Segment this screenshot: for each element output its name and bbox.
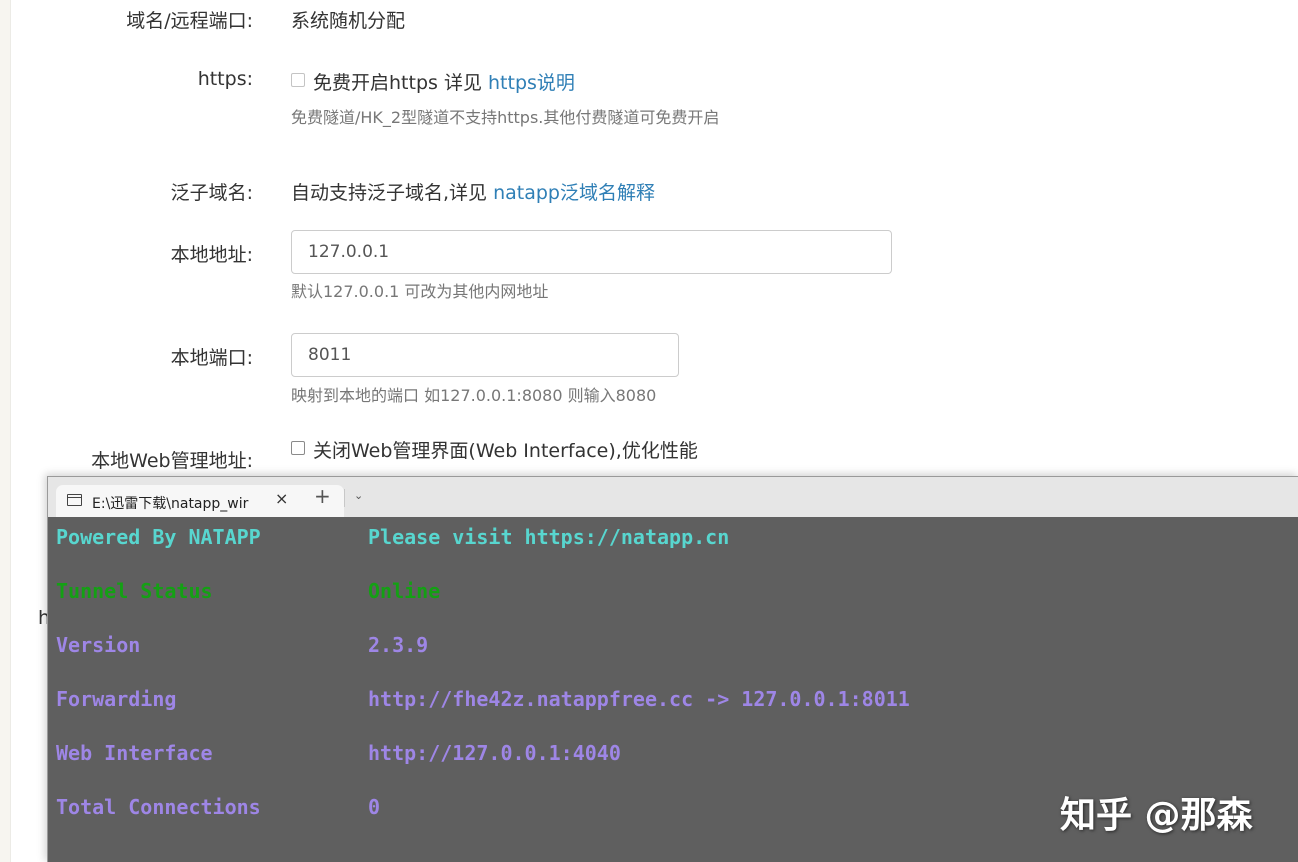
zhihu-watermark: 知乎 @那森 xyxy=(1060,795,1253,836)
row-value: 2.3.9 xyxy=(368,633,429,657)
wildcard-description: 自动支持泛子域名,详见 xyxy=(291,182,488,204)
domain-port-label: 域名/远程端口: xyxy=(126,10,253,32)
https-checkbox-label: 免费开启https 详见 xyxy=(313,72,482,94)
https-help-link[interactable]: https说明 xyxy=(488,72,575,94)
row-key: Total Connections xyxy=(56,795,261,819)
https-option: 免费开启https 详见 https说明 xyxy=(291,68,575,95)
domain-port-value: 系统随机分配 xyxy=(291,10,406,32)
web-admin-checkbox[interactable] xyxy=(291,441,305,455)
wildcard-help-link[interactable]: natapp泛域名解释 xyxy=(493,182,655,204)
tunnel-config-form: 域名/远程端口: 系统随机分配 https: 免费开启https 详见 http… xyxy=(0,0,1298,480)
local-port-input[interactable]: 8011 xyxy=(291,333,679,377)
local-address-input[interactable]: 127.0.0.1 xyxy=(291,230,892,274)
wildcard-label: 泛子域名: xyxy=(170,182,253,204)
terminal-row: Tunnel Status Online xyxy=(48,579,1298,609)
row-value: http://fhe42z.natappfree.cc -> 127.0.0.1… xyxy=(368,687,910,711)
terminal-row: Web Interface http://127.0.0.1:4040 xyxy=(48,741,1298,771)
terminal-row: Version 2.3.9 xyxy=(48,633,1298,663)
local-address-hint: 默认127.0.0.1 可改为其他内网地址 xyxy=(291,282,549,301)
tab-separator xyxy=(344,489,345,507)
row-value: http://127.0.0.1:4040 xyxy=(368,741,621,765)
screen: 域名/远程端口: 系统随机分配 https: 免费开启https 详见 http… xyxy=(0,0,1298,862)
web-admin-option: 关闭Web管理界面(Web Interface),优化性能 xyxy=(291,436,698,463)
web-admin-label: 本地Web管理地址: xyxy=(91,450,253,472)
chevron-down-icon[interactable]: ⌄ xyxy=(354,489,363,502)
new-tab-button[interactable]: + xyxy=(314,486,331,506)
terminal-tab[interactable]: E:\迅雷下载\natapp_wir × xyxy=(56,485,344,517)
row-value: Online xyxy=(368,579,441,603)
local-port-label: 本地端口: xyxy=(170,347,253,369)
terminal-icon xyxy=(67,494,82,506)
wildcard-text: 自动支持泛子域名,详见 natapp泛域名解释 xyxy=(291,178,655,205)
web-admin-checkbox-label: 关闭Web管理界面(Web Interface),优化性能 xyxy=(313,440,698,462)
local-address-label: 本地地址: xyxy=(170,244,253,266)
local-port-hint: 映射到本地的端口 如127.0.0.1:8080 则输入8080 xyxy=(291,386,657,405)
row-key: Tunnel Status xyxy=(56,579,213,603)
close-tab-icon[interactable]: × xyxy=(275,489,288,508)
https-label: https: xyxy=(197,68,253,90)
https-checkbox[interactable] xyxy=(291,73,305,87)
row-value: 0 xyxy=(368,795,381,819)
terminal-tab-title: E:\迅雷下载\natapp_wir xyxy=(92,496,249,512)
terminal-tab-bar: E:\迅雷下载\natapp_wir × + ⌄ xyxy=(48,477,1298,517)
row-key: Forwarding xyxy=(56,687,177,711)
row-value: Please visit https://natapp.cn xyxy=(368,525,730,549)
row-key: Powered By NATAPP xyxy=(56,525,261,549)
terminal-row: Powered By NATAPP Please visit https://n… xyxy=(48,525,1298,555)
row-key: Version xyxy=(56,633,141,657)
row-key: Web Interface xyxy=(56,741,213,765)
terminal-row: Forwarding http://fhe42z.natappfree.cc -… xyxy=(48,687,1298,717)
https-hint: 免费隧道/HK_2型隧道不支持https.其他付费隧道可免费开启 xyxy=(291,108,720,127)
